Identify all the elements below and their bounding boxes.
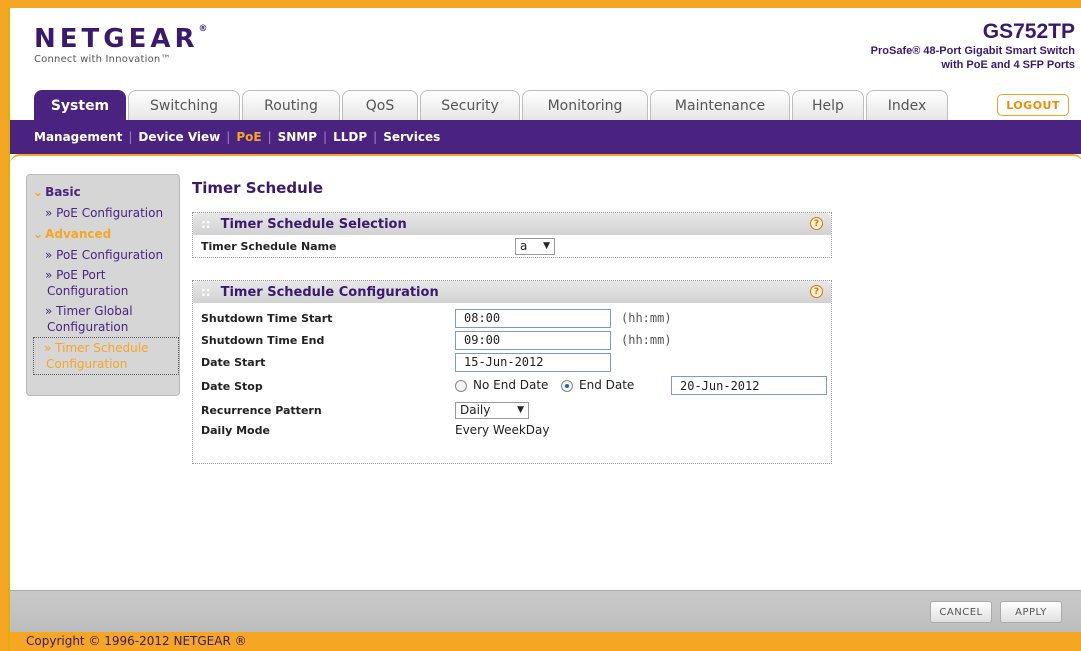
help-icon[interactable]: ? (810, 285, 823, 298)
tab-help[interactable]: Help (792, 90, 864, 120)
chevron-down-icon: ⌄ (33, 185, 44, 199)
date-start-input[interactable]: 15-Jun-2012 (455, 352, 611, 372)
end-date-radio[interactable] (561, 380, 573, 392)
nav-section-basic-label: Basic (45, 185, 81, 199)
nav-adv-timer-global-line2: Configuration (47, 320, 129, 334)
logo-text: NETGEAR (34, 24, 199, 54)
timer-schedule-configuration-panel: :: Timer Schedule Configuration ? Shutdo… (192, 280, 832, 464)
recurrence-value: Daily (460, 403, 491, 417)
no-end-date-radio[interactable] (455, 380, 467, 392)
content-area: ⌄ Basic » PoE Configuration ⌄ Advanced » P… (10, 154, 1081, 590)
footer: Copyright © 1996-2012 NETGEAR ® (10, 632, 1081, 651)
left-nav: ⌄ Basic » PoE Configuration ⌄ Advanced » P… (26, 174, 180, 396)
submenu-snmp[interactable]: SNMP (272, 130, 323, 144)
tab-index[interactable]: Index (866, 90, 948, 120)
submenu-bar: Management | Device View | PoE | SNMP | … (10, 120, 1081, 154)
config-panel-header: :: Timer Schedule Configuration ? (193, 281, 831, 303)
drag-handle-icon: :: (201, 217, 211, 231)
end-date-label: End Date (579, 378, 635, 392)
nav-adv-timer-schedule-line1: » Timer Schedule (44, 341, 149, 355)
nav-basic-poe-configuration[interactable]: » PoE Configuration (27, 203, 179, 223)
recurrence-label: Recurrence Pattern (201, 403, 322, 417)
header: NETGEAR® Connect with Innovation™ GS752T… (10, 8, 1081, 90)
submenu-lldp[interactable]: LLDP (327, 130, 373, 144)
date-stop-row: Date Stop No End Date End Date 20-Jun-20… (193, 373, 831, 399)
daily-mode-row: Daily Mode Every WeekDay (193, 421, 831, 439)
schedule-name-value: a (520, 239, 528, 253)
submenu-poe[interactable]: PoE (230, 130, 267, 144)
daily-mode-value: Every WeekDay (455, 423, 550, 437)
schedule-name-label: Timer Schedule Name (201, 239, 337, 253)
logout-button[interactable]: LOGOUT (997, 94, 1069, 116)
shutdown-start-row: Shutdown Time Start 08:00 (hh:mm) (193, 307, 831, 329)
apply-button[interactable]: APPLY (1000, 601, 1062, 623)
nav-section-basic[interactable]: ⌄ Basic (27, 181, 179, 203)
submenu-management[interactable]: Management (28, 130, 128, 144)
tab-qos[interactable]: QoS (342, 90, 418, 120)
shutdown-end-label: Shutdown Time End (201, 333, 325, 347)
logo-tagline: Connect with Innovation™ (34, 54, 171, 65)
selection-panel-header: :: Timer Schedule Selection ? (193, 213, 831, 235)
recurrence-row: Recurrence Pattern Daily ▼ (193, 399, 831, 421)
tab-system[interactable]: System (34, 90, 126, 120)
main-tabs: System Switching Routing QoS Security Mo… (34, 90, 950, 120)
nav-adv-timer-schedule-line2: Configuration (46, 357, 128, 371)
schedule-name-row: Timer Schedule Name a ▼ (193, 235, 831, 257)
nav-adv-timer-global-line1: » Timer Global (45, 304, 133, 318)
nav-section-advanced[interactable]: ⌄ Advanced (27, 223, 179, 245)
timer-schedule-selection-panel: :: Timer Schedule Selection ? Timer Sche… (192, 212, 832, 258)
selection-panel-title: Timer Schedule Selection (220, 216, 407, 232)
config-panel-title: Timer Schedule Configuration (220, 284, 439, 300)
shutdown-start-input[interactable]: 08:00 (455, 308, 611, 328)
page-title: Timer Schedule (192, 179, 324, 197)
cancel-button[interactable]: CANCEL (930, 601, 992, 623)
tab-switching[interactable]: Switching (128, 90, 240, 120)
shutdown-end-row: Shutdown Time End 09:00 (hh:mm) (193, 329, 831, 351)
date-stop-label: Date Stop (201, 379, 263, 393)
end-date-input[interactable]: 20-Jun-2012 (671, 376, 827, 395)
copyright-text: Copyright © 1996-2012 NETGEAR ® (26, 634, 247, 648)
date-start-label: Date Start (201, 355, 266, 369)
dropdown-arrow-icon: ▼ (543, 241, 550, 251)
submenu-device-view[interactable]: Device View (132, 130, 226, 144)
no-end-date-label: No End Date (473, 378, 549, 392)
recurrence-select[interactable]: Daily ▼ (455, 401, 529, 419)
tab-monitoring[interactable]: Monitoring (522, 90, 648, 120)
tab-security[interactable]: Security (420, 90, 520, 120)
nav-adv-poe-port-line2: Configuration (47, 284, 129, 298)
drag-handle-icon: :: (201, 285, 211, 299)
date-start-row: Date Start 15-Jun-2012 (193, 351, 831, 373)
netgear-logo: NETGEAR® Connect with Innovation™ (34, 24, 208, 65)
nav-adv-poe-port-line1: » PoE Port (45, 268, 106, 282)
product-desc-line1: ProSafe® 48-Port Gigabit Smart Switch (870, 45, 1075, 57)
shutdown-end-input[interactable]: 09:00 (455, 330, 611, 350)
submenu-services[interactable]: Services (377, 130, 446, 144)
app-frame: NETGEAR® Connect with Innovation™ GS752T… (8, 8, 1081, 651)
tab-routing[interactable]: Routing (242, 90, 340, 120)
nav-adv-poe-configuration[interactable]: » PoE Configuration (27, 245, 179, 265)
product-info: GS752TP ProSafe® 48-Port Gigabit Smart S… (871, 20, 1075, 72)
tab-maintenance[interactable]: Maintenance (650, 90, 790, 120)
shutdown-end-unit: (hh:mm) (621, 333, 672, 347)
chevron-down-icon: ⌄ (33, 227, 44, 241)
product-desc-line2: with PoE and 4 SFP Ports (941, 59, 1075, 71)
nav-adv-timer-global-configuration[interactable]: » Timer Global Configuration (27, 301, 179, 337)
logo-registered-mark: ® (198, 24, 208, 34)
product-model: GS752TP (982, 20, 1075, 43)
shutdown-start-label: Shutdown Time Start (201, 311, 333, 325)
dropdown-arrow-icon: ▼ (517, 405, 524, 415)
nav-section-advanced-label: Advanced (45, 227, 112, 241)
help-icon[interactable]: ? (810, 217, 823, 230)
action-bar: CANCEL APPLY (10, 590, 1081, 632)
schedule-name-select[interactable]: a ▼ (515, 237, 555, 255)
nav-adv-poe-port-configuration[interactable]: » PoE Port Configuration (27, 265, 179, 301)
nav-adv-timer-schedule-configuration[interactable]: » Timer Schedule Configuration (33, 337, 179, 375)
shutdown-start-unit: (hh:mm) (621, 311, 672, 325)
daily-mode-label: Daily Mode (201, 423, 270, 437)
